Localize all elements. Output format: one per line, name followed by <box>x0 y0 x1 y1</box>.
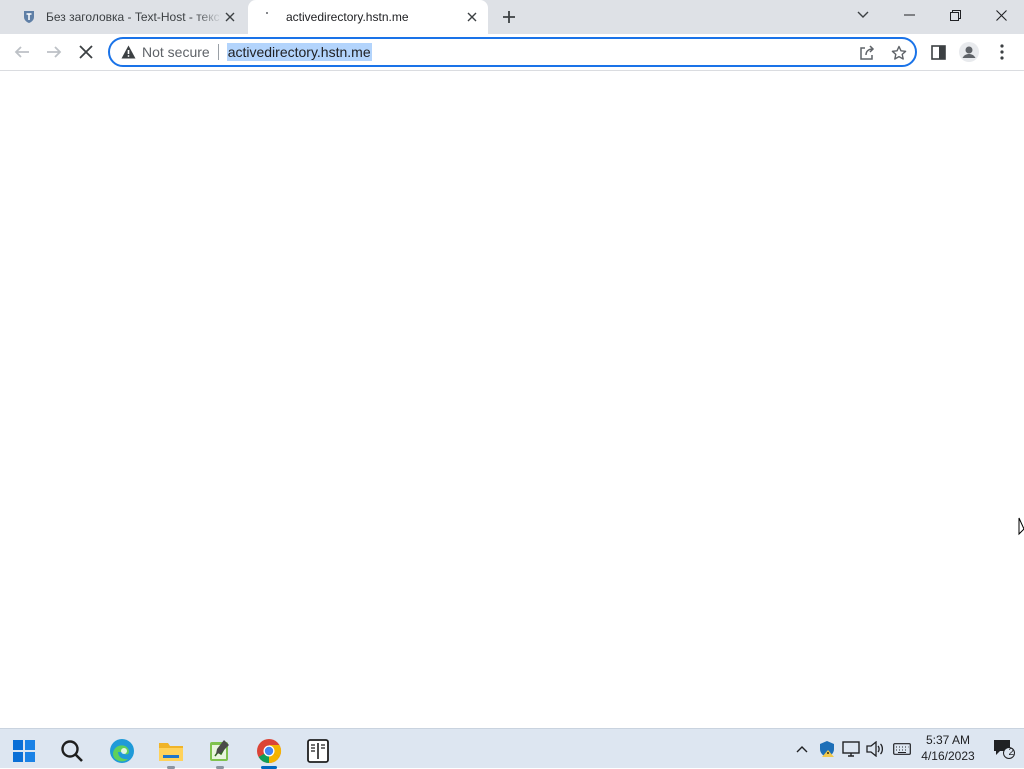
forward-button[interactable] <box>40 38 68 66</box>
network-icon <box>842 741 860 757</box>
edge-icon <box>110 739 134 763</box>
notifications-button[interactable]: 2 <box>992 739 1016 759</box>
volume-tray-icon[interactable] <box>865 739 885 759</box>
minimize-button[interactable] <box>886 0 932 30</box>
file-explorer-taskbar-button[interactable] <box>151 733 191 769</box>
close-window-button[interactable] <box>978 0 1024 30</box>
mouse-cursor-icon <box>1018 517 1024 542</box>
not-secure-label[interactable]: Not secure <box>142 44 210 60</box>
omnibox-divider <box>217 44 219 60</box>
network-tray-icon[interactable] <box>841 739 861 759</box>
tab-search-button[interactable] <box>840 0 886 30</box>
notification-count: 2 <box>1008 747 1014 758</box>
restore-button[interactable] <box>932 0 978 30</box>
tab-activedirectory[interactable]: activedirectory.hstn.me <box>248 0 488 34</box>
speaker-icon <box>866 741 884 757</box>
clock-date: 4/16/2023 <box>921 749 975 763</box>
text-host-favicon-icon <box>21 9 37 25</box>
reader-icon <box>307 739 329 763</box>
bookmark-star-icon[interactable] <box>890 44 908 62</box>
back-button[interactable] <box>8 38 36 66</box>
profile-avatar-icon[interactable] <box>956 39 982 65</box>
chrome-taskbar-button[interactable] <box>249 733 289 769</box>
browser-toolbar: Not secure activedirectory.hstn.me <box>0 34 1024 71</box>
start-button[interactable] <box>4 733 44 769</box>
side-panel-icon[interactable] <box>925 39 951 65</box>
taskbar: 5:37 AM 4/16/2023 2 <box>0 728 1024 769</box>
warning-icon[interactable] <box>120 44 136 60</box>
menu-kebab-icon[interactable] <box>989 39 1015 65</box>
tab-text-host[interactable]: Без заголовка - Text-Host - текстовый хо… <box>8 0 246 34</box>
chrome-icon <box>257 739 282 763</box>
tab-title: Без заголовка - Text-Host - текстовый хо… <box>46 10 222 24</box>
page-content[interactable] <box>0 71 1024 728</box>
security-tray-icon[interactable] <box>817 739 837 759</box>
new-tab-button[interactable] <box>498 6 520 28</box>
notepad-taskbar-button[interactable] <box>200 733 240 769</box>
address-bar[interactable]: Not secure activedirectory.hstn.me <box>108 37 917 67</box>
clock[interactable]: 5:37 AM 4/16/2023 <box>918 732 978 764</box>
share-icon[interactable] <box>858 44 876 62</box>
close-tab-icon[interactable] <box>222 9 238 25</box>
tab-title: activedirectory.hstn.me <box>286 10 409 24</box>
stop-loading-button[interactable] <box>72 38 100 66</box>
close-tab-icon[interactable] <box>464 9 480 25</box>
chevron-up-icon <box>796 746 808 753</box>
url-text[interactable]: activedirectory.hstn.me <box>226 43 372 61</box>
search-icon <box>61 740 83 762</box>
notepad-icon <box>210 740 229 761</box>
shield-warning-icon <box>820 741 834 757</box>
edge-taskbar-button[interactable] <box>102 733 142 769</box>
tab-strip: Без заголовка - Text-Host - текстовый хо… <box>0 0 1024 34</box>
reader-taskbar-button[interactable] <box>298 733 338 769</box>
search-button[interactable] <box>52 733 92 769</box>
file-explorer-icon <box>159 743 183 761</box>
keyboard-icon <box>893 743 911 755</box>
windows-start-icon <box>13 740 35 762</box>
clock-time: 5:37 AM <box>925 733 971 747</box>
loading-spinner-icon <box>261 9 277 25</box>
keyboard-tray-icon[interactable] <box>892 739 912 759</box>
show-hidden-icons-button[interactable] <box>792 739 812 759</box>
